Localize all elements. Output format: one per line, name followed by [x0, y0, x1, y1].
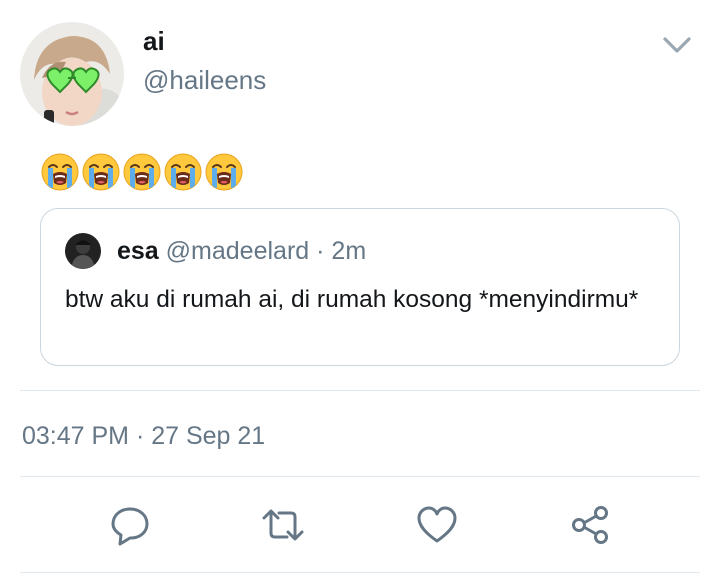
chevron-down-icon[interactable]	[660, 30, 694, 60]
author-avatar[interactable]	[20, 22, 124, 126]
quoted-tweet[interactable]: esa @madeelard · 2m btw aku di rumah ai,…	[40, 208, 680, 366]
reply-button[interactable]	[105, 500, 155, 550]
quoted-text: btw aku di rumah ai, di rumah kosong *me…	[65, 286, 639, 313]
quoted-header: esa @madeelard · 2m	[117, 235, 366, 267]
loudly-crying-face-emoji	[82, 153, 120, 191]
heart-icon	[417, 506, 457, 543]
quoted-time: 2m	[331, 237, 367, 265]
author-display-name[interactable]: ai	[143, 26, 165, 56]
retweet-icon	[262, 509, 304, 541]
tweet-timestamp[interactable]: 03:47 PM · 27 Sep 21	[22, 420, 265, 452]
quoted-separator: ·	[316, 237, 325, 265]
divider	[20, 476, 700, 477]
comment-icon	[111, 507, 149, 546]
quoted-handle: @madeelard	[165, 237, 310, 265]
divider	[20, 390, 700, 391]
loudly-crying-face-emoji	[205, 153, 243, 191]
avatar-photo	[20, 22, 124, 126]
quoted-author-avatar	[65, 233, 101, 269]
loudly-crying-face-emoji	[123, 153, 161, 191]
share-button[interactable]	[565, 500, 615, 550]
divider	[20, 572, 700, 573]
share-icon	[572, 506, 608, 544]
quoted-display-name: esa	[117, 237, 159, 265]
author-handle[interactable]: @haileens	[143, 64, 266, 96]
loudly-crying-face-emoji	[164, 153, 202, 191]
like-button[interactable]	[412, 500, 462, 550]
loudly-crying-face-emoji	[41, 153, 79, 191]
tweet-body	[40, 152, 244, 192]
retweet-button[interactable]	[258, 500, 308, 550]
